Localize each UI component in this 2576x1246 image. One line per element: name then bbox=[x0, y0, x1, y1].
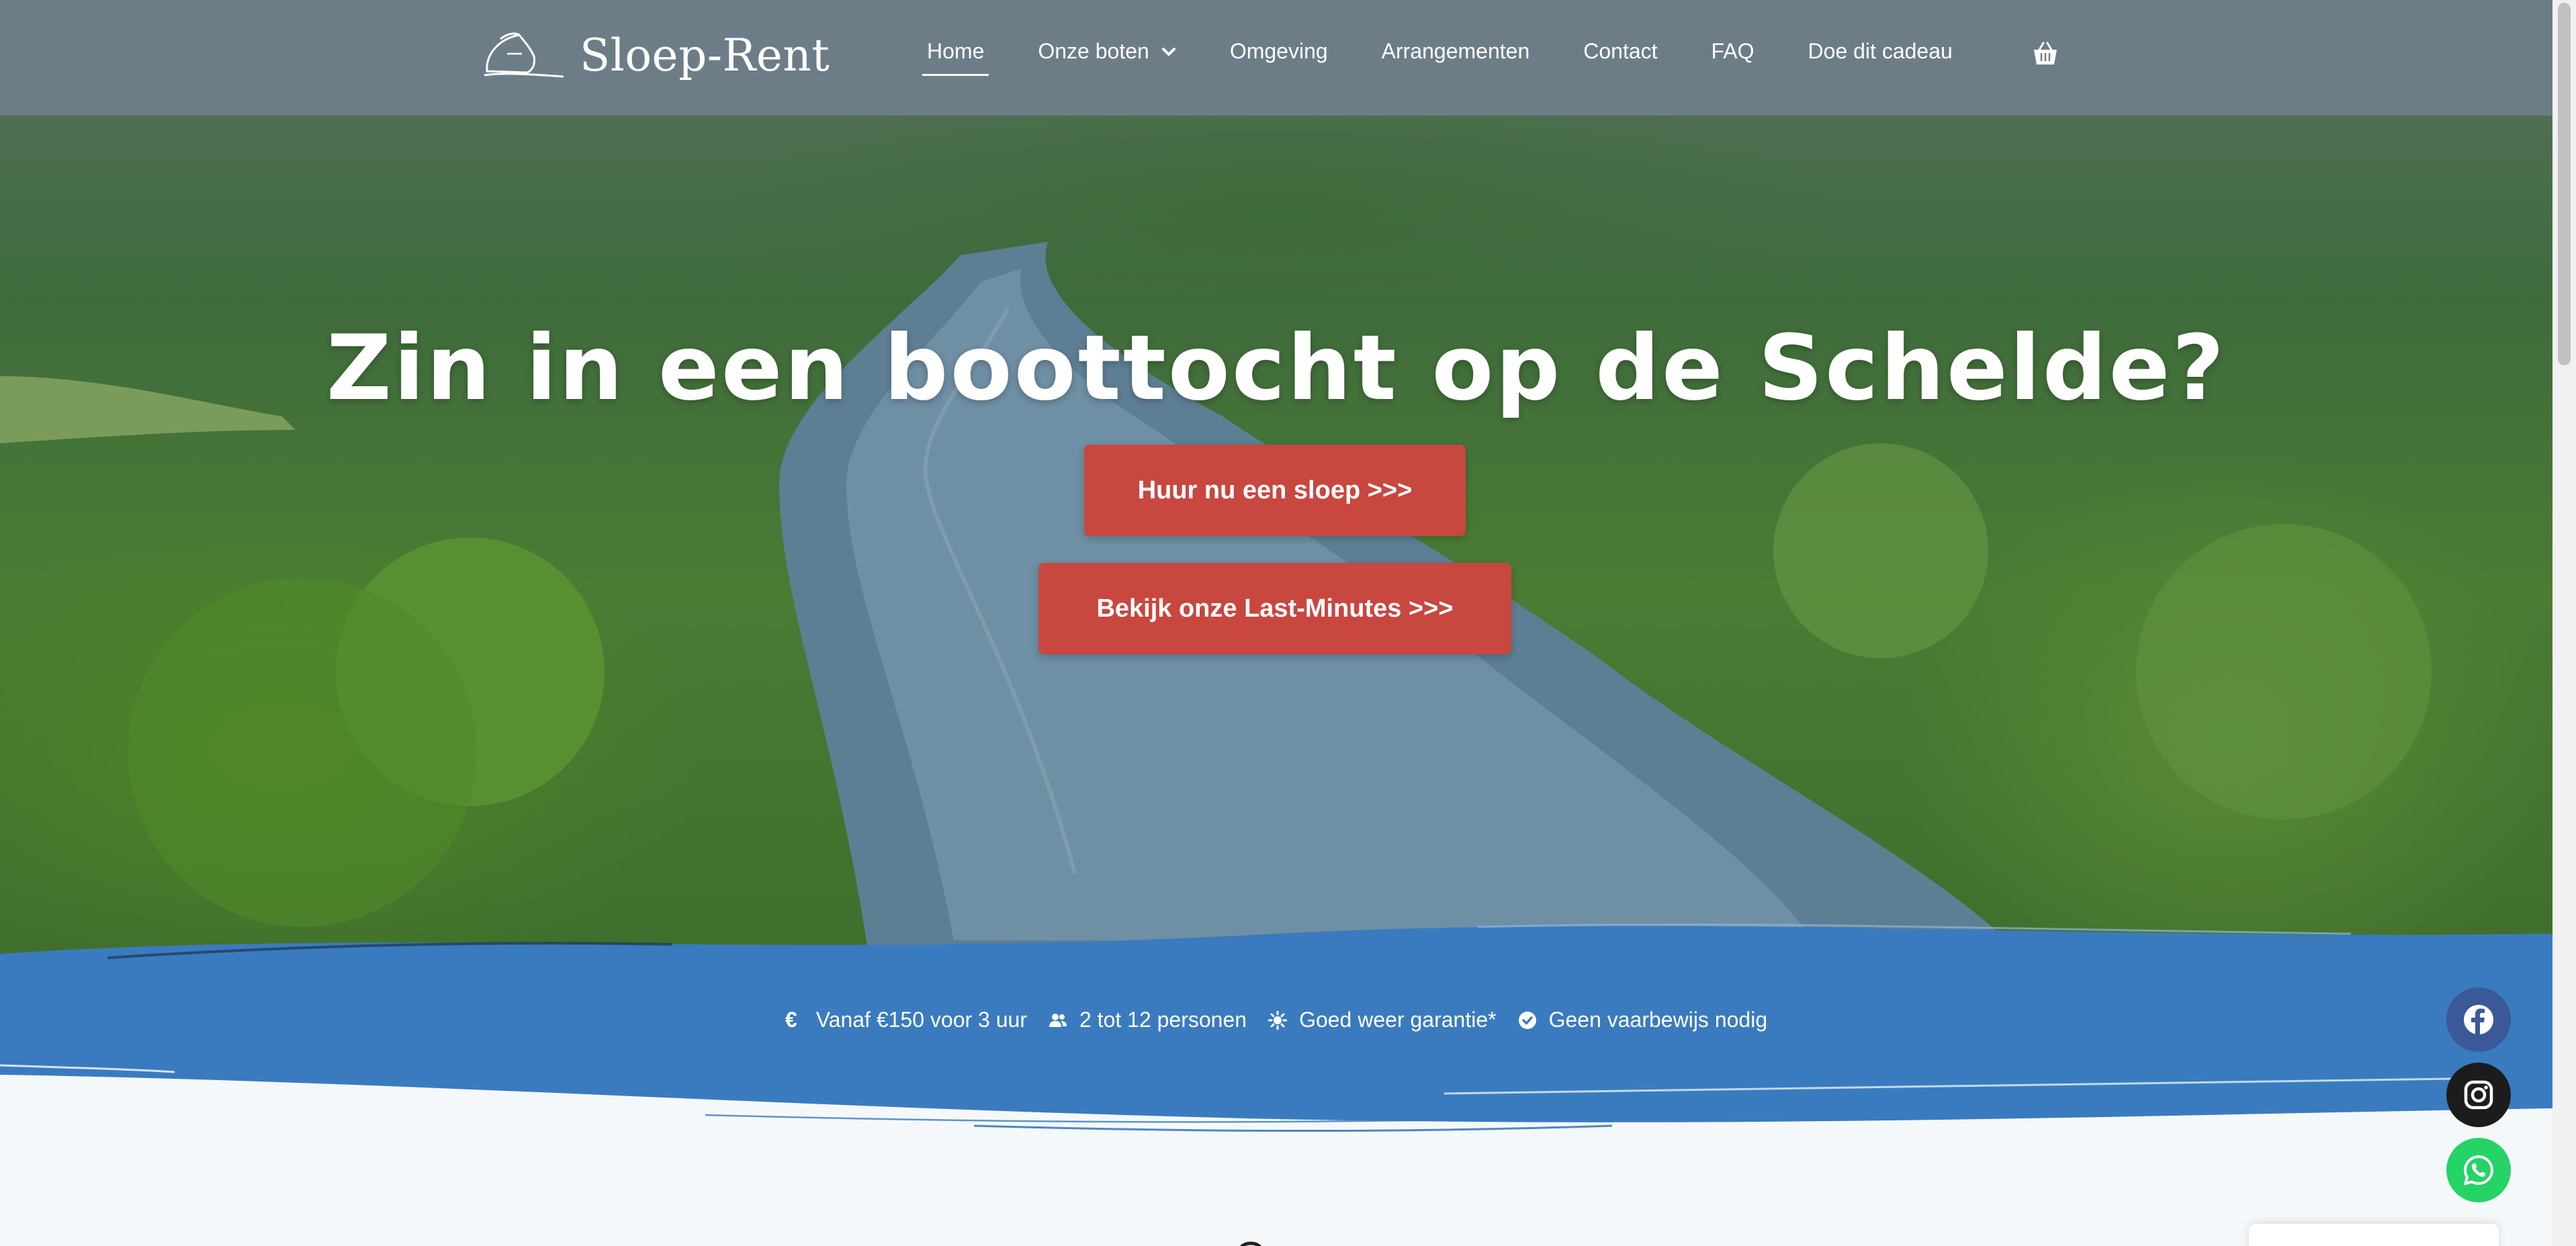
nav-item-label: FAQ bbox=[1711, 39, 1755, 63]
nav-item-contact[interactable]: Contact bbox=[1583, 39, 1657, 64]
whatsapp-button[interactable] bbox=[2446, 1138, 2511, 1202]
last-minutes-button[interactable]: Bekijk onze Last-Minutes >>> bbox=[1038, 563, 1511, 654]
site-header: Sloep-Rent Home Onze boten Omgeving Arra… bbox=[0, 0, 2552, 116]
basket-icon[interactable] bbox=[2031, 40, 2059, 67]
nav-item-label: Onze boten bbox=[1038, 39, 1149, 63]
nav-item-label: Omgeving bbox=[1229, 39, 1328, 63]
rent-boat-button[interactable]: Huur nu een sloep >>> bbox=[1084, 445, 1466, 536]
whatsapp-icon bbox=[2463, 1155, 2494, 1186]
page: Sloep-Rent Home Onze boten Omgeving Arra… bbox=[0, 0, 2576, 1246]
feature-text: Vanaf €150 voor 3 uur bbox=[815, 1008, 1027, 1032]
chevron-down-icon bbox=[1161, 47, 1175, 56]
feature-weather: Goed weer garantie* bbox=[1268, 1008, 1497, 1032]
nav-item-label: Arrangementen bbox=[1381, 39, 1530, 63]
main-nav: Home Onze boten Omgeving Arrangementen C… bbox=[922, 39, 2006, 76]
users-icon bbox=[1049, 1013, 1067, 1027]
nav-item-onze-boten[interactable]: Onze boten bbox=[1038, 39, 1175, 64]
nav-item-label: Home bbox=[927, 39, 985, 63]
nav-item-cadeau[interactable]: Doe dit cadeau bbox=[1808, 39, 1953, 64]
feature-bar: € Vanaf €150 voor 3 uur 2 tot 12 persone… bbox=[0, 1008, 2552, 1032]
chat-widget[interactable] bbox=[2249, 1224, 2499, 1246]
nav-item-home[interactable]: Home bbox=[922, 39, 989, 76]
brand-name: Sloep-Rent bbox=[580, 29, 830, 81]
check-circle-icon bbox=[1518, 1011, 1536, 1029]
feature-license: Geen vaarbewijs nodig bbox=[1518, 1008, 1768, 1032]
facebook-icon bbox=[2464, 1005, 2493, 1034]
boat-logo-icon bbox=[484, 32, 564, 78]
page-scrollbar[interactable] bbox=[2552, 0, 2576, 1246]
feature-text: Geen vaarbewijs nodig bbox=[1548, 1008, 1768, 1032]
hero-title: Zin in een boottocht op de Schelde? bbox=[326, 316, 2227, 420]
nav-item-omgeving[interactable]: Omgeving bbox=[1230, 39, 1328, 64]
euro-icon: € bbox=[785, 1008, 797, 1032]
brand-logo[interactable]: Sloep-Rent bbox=[480, 27, 830, 83]
feature-persons: 2 tot 12 personen bbox=[1049, 1008, 1247, 1032]
nav-item-label: Contact bbox=[1583, 39, 1658, 63]
nav-item-faq[interactable]: FAQ bbox=[1712, 39, 1755, 64]
instagram-icon bbox=[2464, 1080, 2493, 1110]
nav-item-arrangementen[interactable]: Arrangementen bbox=[1382, 39, 1530, 64]
feature-text: Goed weer garantie* bbox=[1299, 1008, 1497, 1032]
section-emblem-icon bbox=[1240, 1241, 1261, 1246]
feature-text: 2 tot 12 personen bbox=[1079, 1008, 1247, 1032]
instagram-button[interactable] bbox=[2446, 1063, 2511, 1127]
scrollbar-thumb[interactable] bbox=[2558, 3, 2571, 365]
nav-item-label: Doe dit cadeau bbox=[1808, 39, 1953, 63]
facebook-button[interactable] bbox=[2446, 987, 2511, 1052]
sun-icon bbox=[1268, 1010, 1288, 1030]
feature-price: € Vanaf €150 voor 3 uur bbox=[785, 1008, 1027, 1032]
